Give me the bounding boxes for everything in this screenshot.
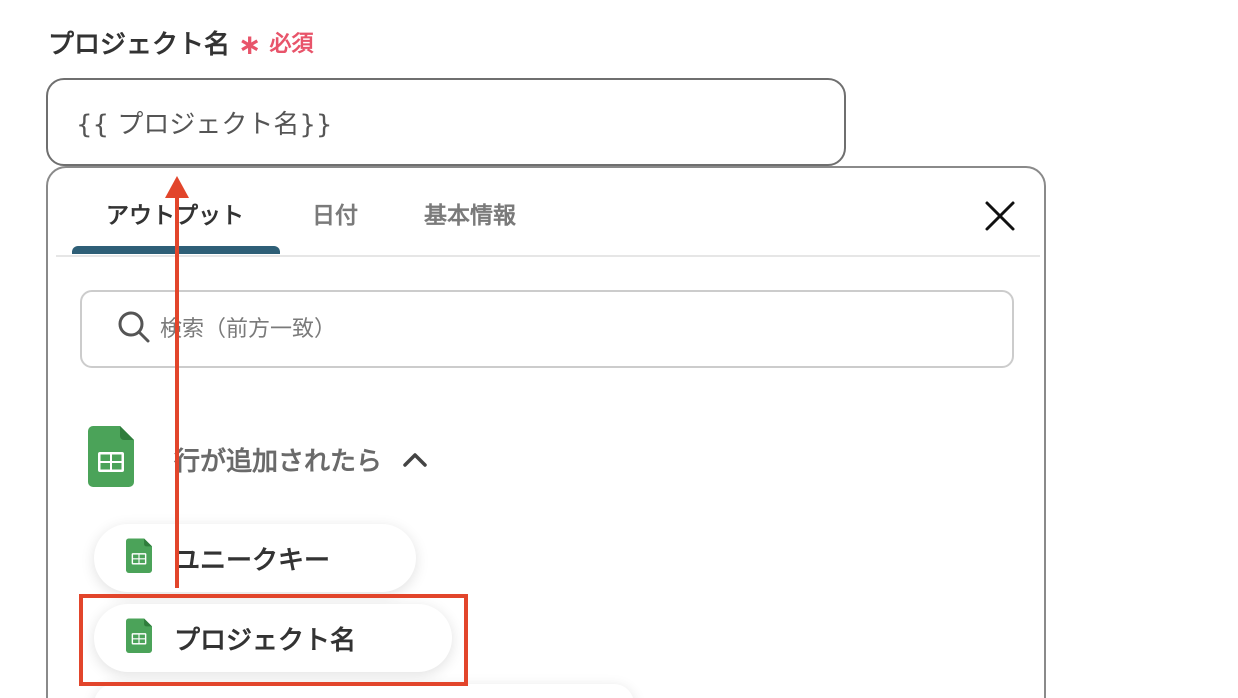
google-sheets-icon	[126, 538, 152, 578]
annotation-highlight-box	[79, 594, 468, 686]
output-item-unique-key[interactable]: ユニークキー	[94, 524, 416, 592]
tab-date[interactable]: 日付	[312, 196, 358, 236]
field-label-text: プロジェクト名	[48, 29, 231, 60]
group-header-row-added[interactable]: 行が追加されたら	[88, 426, 508, 492]
chevron-up-icon[interactable]	[402, 450, 428, 472]
google-sheets-icon	[88, 426, 134, 492]
output-item-partial[interactable]	[94, 684, 634, 698]
tabs-divider	[56, 255, 1040, 257]
tab-output[interactable]: アウトプット	[106, 196, 244, 236]
field-label: プロジェクト名 ∗ 必須	[48, 24, 314, 60]
close-icon[interactable]	[982, 198, 1018, 234]
output-item-label: ユニークキー	[174, 545, 331, 576]
search-input[interactable]	[160, 316, 960, 342]
required-badge: 必須	[269, 32, 314, 57]
group-title: 行が追加されたら	[174, 446, 383, 477]
required-star: ∗	[238, 28, 262, 61]
project-name-input[interactable]: {{ プロジェクト名}}	[46, 78, 846, 166]
active-tab-indicator	[72, 246, 280, 254]
project-name-value: {{ プロジェクト名}}	[76, 109, 333, 140]
search-field[interactable]	[80, 290, 1014, 368]
tab-bar: アウトプット 日付 基本情報	[48, 168, 1044, 258]
tab-basic-info[interactable]: 基本情報	[424, 196, 516, 236]
search-icon	[116, 309, 152, 349]
